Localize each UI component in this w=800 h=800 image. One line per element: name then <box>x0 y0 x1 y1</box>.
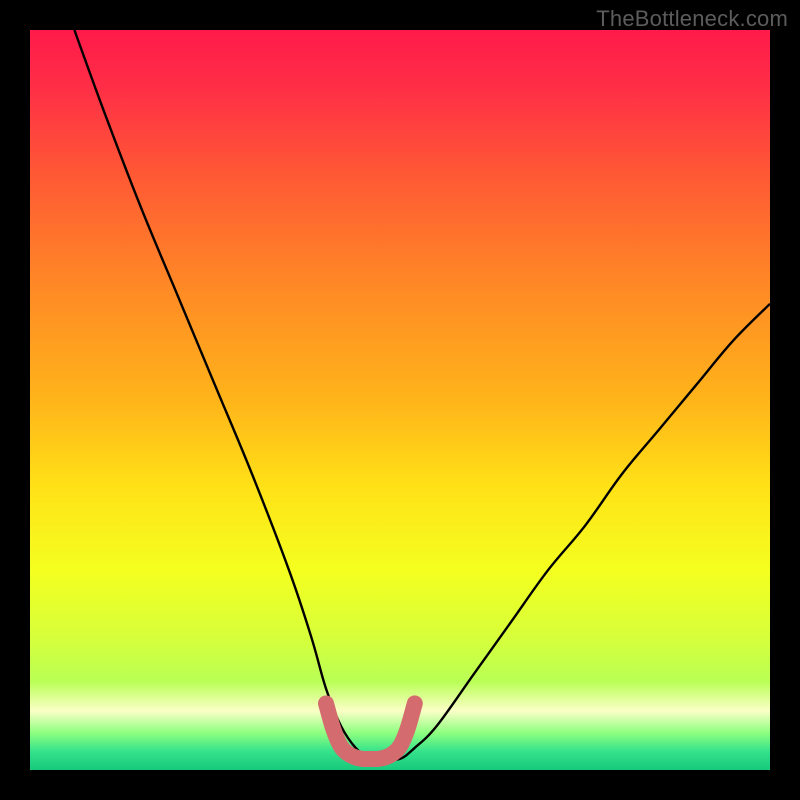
watermark-text: TheBottleneck.com <box>596 6 788 32</box>
bottleneck-curve-chart <box>0 0 800 800</box>
chart-frame: TheBottleneck.com <box>0 0 800 800</box>
plot-background <box>30 30 770 770</box>
